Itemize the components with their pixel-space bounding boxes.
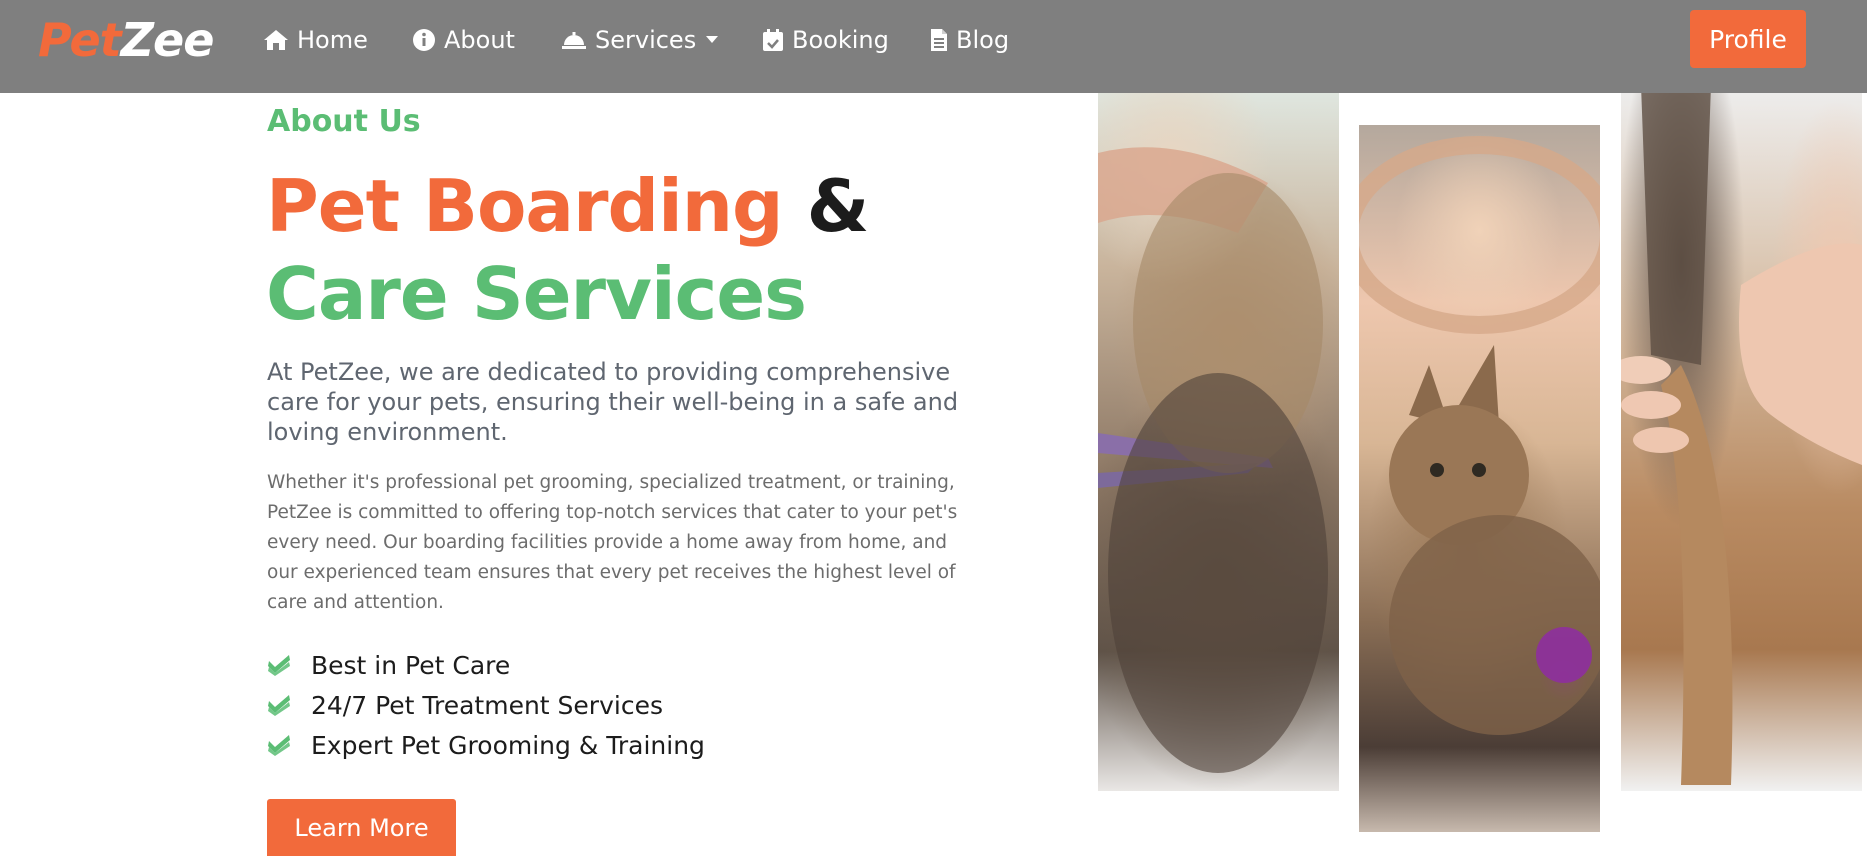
- home-icon: [264, 30, 288, 50]
- nav-item-services[interactable]: Services: [561, 22, 719, 58]
- feature-label: Best in Pet Care: [311, 650, 511, 680]
- brand-part-zee: Zee: [120, 13, 215, 67]
- learn-more-button[interactable]: Learn More: [267, 799, 456, 856]
- lead-paragraph: At PetZee, we are dedicated to providing…: [267, 358, 959, 446]
- profile-button[interactable]: Profile: [1690, 10, 1806, 68]
- dog-paw-illustration: [1621, 85, 1862, 785]
- info-icon: [413, 29, 435, 51]
- service-bell-icon: [562, 32, 586, 49]
- navbar: PetZee Home About Services Booking Blog …: [0, 0, 1867, 93]
- feature-item: 24/7 Pet Treatment Services: [267, 685, 705, 725]
- nav-item-blog[interactable]: Blog: [930, 22, 1009, 58]
- calendar-check-icon: [763, 29, 783, 51]
- dog-grooming-illustration: [1098, 147, 1328, 773]
- document-icon: [931, 29, 947, 51]
- section-eyebrow: About Us: [267, 104, 421, 139]
- dog-grooming-photo: [1098, 93, 1339, 791]
- brand-logo[interactable]: PetZee: [38, 13, 215, 67]
- nav-label-booking: Booking: [792, 26, 889, 54]
- nav-item-booking[interactable]: Booking: [762, 22, 889, 58]
- page-title: Pet Boarding & Care Services: [266, 162, 986, 338]
- dog-paw-photo: [1621, 85, 1862, 791]
- feature-label: Expert Pet Grooming & Training: [311, 730, 705, 760]
- cat-illustration: [1359, 136, 1600, 735]
- feature-item: Best in Pet Care: [267, 645, 705, 685]
- check-icon: [268, 735, 290, 756]
- brand-part-pet: Pet: [38, 13, 122, 67]
- body-paragraph: Whether it's professional pet grooming, …: [267, 472, 958, 613]
- title-part-care-services: Care Services: [266, 252, 807, 336]
- nav-item-about[interactable]: About: [412, 22, 515, 58]
- check-icon: [268, 655, 290, 676]
- nav-label-about: About: [444, 26, 515, 54]
- nav-item-home[interactable]: Home: [263, 22, 368, 58]
- feature-list: Best in Pet Care 24/7 Pet Treatment Serv…: [267, 645, 705, 765]
- chevron-down-icon: [706, 36, 719, 43]
- nav-label-blog: Blog: [956, 26, 1010, 54]
- feature-label: 24/7 Pet Treatment Services: [311, 690, 663, 720]
- title-part-pet-boarding: Pet Boarding: [266, 164, 784, 248]
- title-part-ampersand: &: [806, 164, 870, 248]
- check-icon: [268, 695, 290, 716]
- nav-label-home: Home: [297, 26, 368, 54]
- feature-item: Expert Pet Grooming & Training: [267, 725, 705, 765]
- nav-label-services: Services: [595, 26, 697, 54]
- cat-photo: [1359, 125, 1600, 832]
